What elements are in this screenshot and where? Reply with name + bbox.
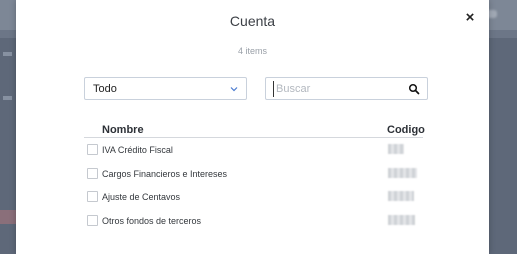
- row-checkbox[interactable]: [87, 144, 98, 155]
- row-code-redacted: [388, 191, 414, 201]
- row-code-redacted: [388, 167, 417, 178]
- column-header-name: Nombre: [102, 124, 144, 136]
- row-checkbox[interactable]: [87, 167, 98, 179]
- table-row[interactable]: Otros fondos de terceros: [84, 209, 423, 233]
- account-modal: Cuenta × 4 items Todo Nombre Codigo IVA …: [16, 0, 489, 254]
- search-box: [265, 77, 428, 100]
- background-blur: [3, 52, 12, 56]
- account-table: Nombre Codigo IVA Crédito Fiscal Cargos …: [84, 120, 425, 233]
- row-checkbox[interactable]: [87, 214, 98, 226]
- column-header-code: Codigo: [387, 124, 425, 136]
- background-panel: [489, 38, 517, 254]
- row-code-redacted: [388, 144, 404, 154]
- table-header: Nombre Codigo: [84, 120, 425, 138]
- close-icon: ×: [465, 9, 475, 26]
- search-icon[interactable]: [408, 83, 420, 95]
- background-blur: [0, 210, 16, 224]
- row-name: Otros fondos de terceros: [102, 215, 202, 226]
- row-code-redacted: [388, 214, 415, 225]
- item-count: 4 items: [237, 46, 267, 56]
- background-sidebar: [0, 38, 16, 254]
- row-name: IVA Crédito Fiscal: [102, 145, 173, 155]
- chevron-down-icon: [230, 87, 238, 92]
- table-row[interactable]: Cargos Financieros e Intereses: [84, 162, 423, 186]
- row-name: Cargos Financieros e Intereses: [102, 168, 228, 179]
- table-row[interactable]: IVA Crédito Fiscal: [84, 138, 423, 162]
- background-blur: [3, 96, 12, 100]
- modal-title: Cuenta: [229, 13, 276, 29]
- filter-select[interactable]: Todo: [84, 77, 247, 100]
- search-input[interactable]: [273, 81, 403, 97]
- filter-select-value: Todo: [93, 83, 117, 95]
- close-button[interactable]: ×: [463, 9, 477, 26]
- row-checkbox[interactable]: [87, 191, 98, 202]
- row-name: Ajuste de Centavos: [102, 192, 181, 202]
- table-row[interactable]: Ajuste de Centavos: [84, 185, 423, 209]
